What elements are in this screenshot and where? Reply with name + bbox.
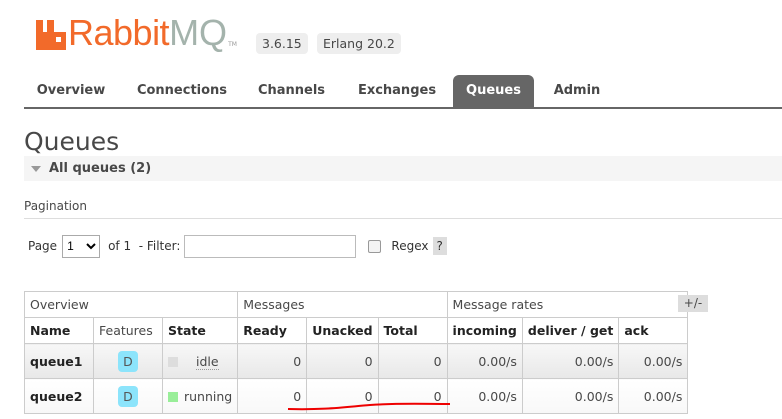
- ack-rate: 0.00/s: [618, 378, 689, 414]
- all-queues-section-toggle[interactable]: All queues (2): [24, 156, 782, 181]
- queue-name-link[interactable]: queue2: [24, 378, 94, 414]
- logo-tm: TM: [228, 41, 237, 48]
- logo-text-mq: MQ: [169, 12, 228, 53]
- col-features: Features: [93, 317, 163, 344]
- state-text: idle: [196, 353, 219, 370]
- of-label: of 1: [108, 239, 132, 253]
- col-incoming[interactable]: incoming: [446, 317, 523, 344]
- col-name[interactable]: Name: [24, 317, 94, 344]
- incoming-rate: 0.00/s: [446, 343, 523, 379]
- red-annotation-underline: [287, 402, 451, 411]
- col-state[interactable]: State: [161, 317, 239, 344]
- deliver-get-rate: 0.00/s: [521, 378, 620, 414]
- page-title: Queues: [24, 127, 120, 156]
- version-badge: 3.6.15: [256, 33, 308, 54]
- queue-name-link[interactable]: queue1: [24, 343, 94, 379]
- incoming-rate: 0.00/s: [446, 378, 523, 414]
- column-toggle-button[interactable]: +/-: [678, 295, 708, 312]
- collapse-triangle-icon: [31, 165, 41, 172]
- deliver-get-rate: 0.00/s: [521, 343, 620, 379]
- regex-checkbox[interactable]: [368, 239, 382, 253]
- col-ready[interactable]: Ready: [237, 317, 308, 344]
- group-message-rates: Message rates: [446, 291, 689, 318]
- ack-rate: 0.00/s: [618, 343, 689, 379]
- col-total[interactable]: Total: [377, 317, 448, 344]
- group-messages: Messages: [237, 291, 448, 318]
- tab-admin[interactable]: Admin: [546, 75, 608, 107]
- durable-badge: D: [118, 350, 138, 372]
- page-select[interactable]: 1: [62, 234, 101, 258]
- rabbitmq-logo: Rabbit MQ TM: [36, 12, 237, 53]
- col-deliver-get[interactable]: deliver / get: [521, 317, 620, 344]
- pagination-controls: Page 1 of 1 - Filter: Regex ?: [28, 234, 447, 258]
- group-overview: Overview: [23, 291, 239, 318]
- total-value: 0: [377, 343, 448, 379]
- unacked-value: 0: [306, 343, 379, 379]
- filter-input[interactable]: [184, 234, 357, 258]
- pagination-heading: Pagination: [24, 199, 782, 219]
- durable-badge: D: [118, 385, 138, 407]
- section-title: All queues (2): [49, 161, 152, 176]
- tab-connections[interactable]: Connections: [128, 75, 236, 107]
- queues-table: Overview Messages Message rates Name Fea…: [23, 291, 689, 414]
- tab-queues[interactable]: Queues: [453, 75, 534, 107]
- tab-channels[interactable]: Channels: [249, 75, 334, 107]
- main-nav: Overview Connections Channels Exchanges …: [24, 75, 782, 109]
- erlang-badge: Erlang 20.2: [317, 33, 401, 54]
- logo-text: Rabbit: [68, 12, 170, 53]
- regex-help-button[interactable]: ?: [432, 237, 447, 255]
- col-unacked[interactable]: Unacked: [306, 317, 379, 344]
- tab-exchanges[interactable]: Exchanges: [349, 75, 445, 107]
- rabbit-logo-icon: [36, 20, 66, 50]
- col-ack[interactable]: ack: [618, 317, 689, 344]
- filter-label: - Filter:: [138, 239, 181, 253]
- state-text: running: [184, 388, 233, 404]
- state-running-icon: [168, 391, 178, 402]
- tab-overview[interactable]: Overview: [24, 75, 118, 107]
- regex-label: Regex: [391, 239, 429, 253]
- table-row: queue1 D idle 0 0 0 0.00/s 0.00/s 0.00/s: [24, 343, 689, 379]
- ready-value: 0: [237, 343, 308, 379]
- page-label: Page: [28, 239, 58, 253]
- state-idle-icon: [168, 356, 178, 367]
